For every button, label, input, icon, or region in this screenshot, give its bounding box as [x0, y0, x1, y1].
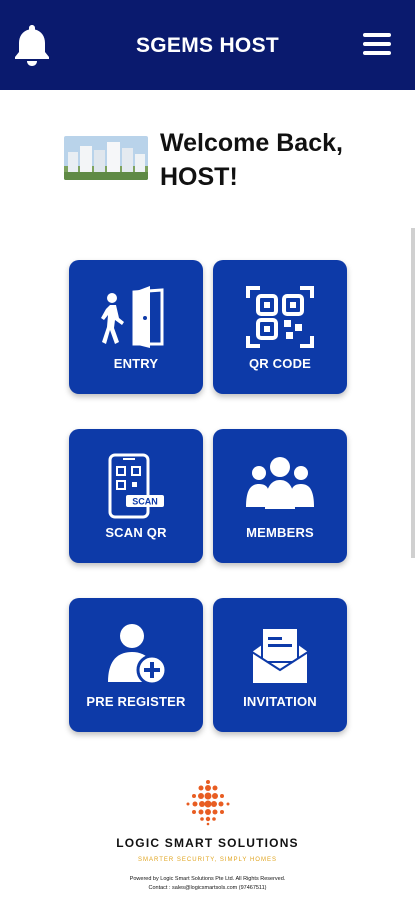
svg-text:SCAN: SCAN — [132, 497, 158, 507]
copyright-text: Powered by Logic Smart Solutions Pte Ltd… — [129, 876, 286, 882]
company-brand-name: LOGIC SMART SOLUTIONS — [116, 836, 299, 850]
invitation-tile[interactable]: INVITATION — [213, 598, 347, 732]
qr-code-tile[interactable]: QR CODE — [213, 260, 347, 394]
company-logo-icon — [186, 780, 230, 826]
members-group-icon — [246, 457, 314, 509]
members-label: MEMBERS — [246, 525, 314, 540]
members-tile[interactable]: MEMBERS — [213, 429, 347, 563]
building-thumbnail — [64, 136, 148, 180]
scrollbar[interactable] — [411, 228, 415, 558]
scan-qr-label: SCAN QR — [105, 525, 167, 540]
qr-code-label: QR CODE — [248, 356, 312, 371]
qr-code-icon — [246, 286, 314, 348]
entry-label: ENTRY — [113, 356, 159, 371]
welcome-section: Welcome Back, HOST! — [64, 126, 394, 196]
welcome-message: Welcome Back, HOST! — [160, 126, 400, 194]
app-title: SGEMS HOST — [135, 34, 280, 57]
pre-register-label: PRE REGISTER — [86, 694, 186, 709]
scan-qr-tile[interactable]: SCAN SCAN QR — [69, 429, 203, 563]
entry-tile[interactable]: ENTRY — [69, 260, 203, 394]
hamburger-menu-icon[interactable] — [363, 33, 391, 59]
user-add-icon — [108, 624, 168, 686]
app-header: SGEMS HOST — [0, 0, 415, 90]
welcome-line-2: HOST! — [160, 163, 238, 191]
welcome-line-1: Welcome Back, — [160, 129, 343, 157]
contact-text: Contact : sales@logicsmartsols.com (9746… — [148, 885, 267, 891]
pre-register-tile[interactable]: PRE REGISTER — [69, 598, 203, 732]
company-tagline: SMARTER SECURITY, SIMPLY HOMES — [138, 857, 277, 863]
entry-door-icon — [101, 286, 164, 348]
scan-qr-phone-icon: SCAN — [108, 453, 164, 519]
invitation-label: INVITATION — [243, 694, 317, 709]
invitation-envelope-icon — [251, 627, 309, 685]
